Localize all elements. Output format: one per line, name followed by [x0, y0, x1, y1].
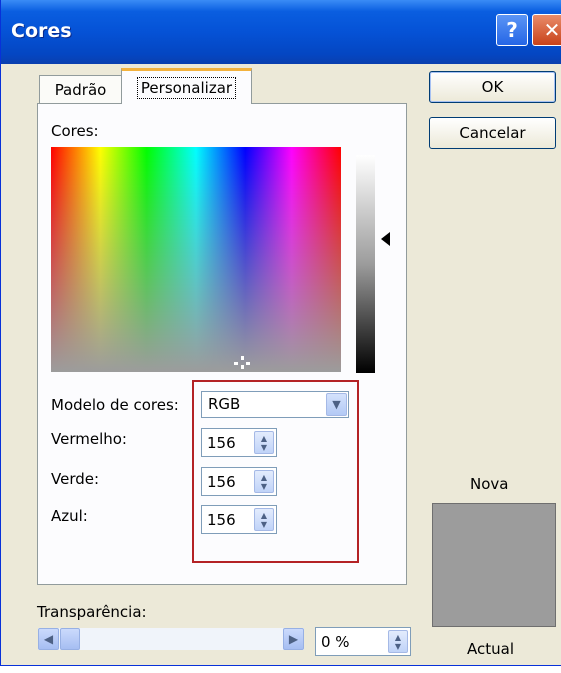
- red-label: Vermelho:: [51, 430, 127, 448]
- spinner-arrows-icon[interactable]: ▲ ▼: [254, 470, 274, 493]
- color-preview: [432, 503, 556, 627]
- triangle-left-icon[interactable]: [381, 232, 390, 246]
- dialog-title: Cores: [11, 20, 72, 42]
- transparency-slider[interactable]: ◀ ▶: [38, 628, 304, 650]
- green-label: Verde:: [51, 470, 100, 488]
- chevron-down-icon[interactable]: ▼: [326, 393, 347, 416]
- spinner-arrows-icon[interactable]: ▲ ▼: [254, 508, 274, 531]
- color-spectrum[interactable]: [51, 147, 341, 372]
- transparency-value: 0 %: [321, 633, 350, 651]
- transparency-spinner[interactable]: 0 % ▲ ▼: [315, 627, 411, 656]
- close-button[interactable]: ✕: [532, 14, 561, 46]
- ok-button[interactable]: OK: [429, 71, 556, 103]
- spinner-arrows-icon[interactable]: ▲ ▼: [254, 431, 274, 454]
- tab-standard-label: Padrão: [54, 80, 107, 99]
- cancel-button[interactable]: Cancelar: [429, 117, 556, 149]
- green-value: 156: [207, 473, 236, 491]
- arrow-left-icon[interactable]: ◀: [38, 628, 59, 650]
- spinner-arrows-icon[interactable]: ▲ ▼: [388, 630, 408, 653]
- color-crosshair[interactable]: [232, 356, 252, 372]
- blue-spinner[interactable]: 156 ▲ ▼: [201, 505, 277, 534]
- red-value: 156: [207, 434, 236, 452]
- tab-standard[interactable]: Padrão: [39, 75, 122, 103]
- arrow-right-icon[interactable]: ▶: [283, 628, 304, 650]
- color-model-label: Modelo de cores:: [51, 396, 179, 414]
- new-color-label: Nova: [470, 475, 509, 493]
- blue-value: 156: [207, 511, 236, 529]
- colors-label: Cores:: [51, 122, 99, 140]
- transparency-label: Transparência:: [37, 603, 147, 621]
- help-button[interactable]: ?: [496, 14, 528, 46]
- color-model-select[interactable]: RGB ▼: [201, 391, 349, 418]
- green-spinner[interactable]: 156 ▲ ▼: [201, 467, 277, 496]
- current-color-label: Actual: [467, 640, 514, 658]
- luminance-slider[interactable]: [356, 155, 375, 373]
- tab-custom-label: Personalizar: [136, 76, 237, 99]
- blue-label: Azul:: [51, 507, 88, 525]
- slider-thumb[interactable]: [60, 628, 80, 650]
- red-spinner[interactable]: 156 ▲ ▼: [201, 428, 277, 457]
- colors-dialog: Cores ? ✕ Padrão Personalizar Cores: Mod…: [0, 0, 561, 666]
- tab-custom[interactable]: Personalizar: [121, 68, 252, 104]
- title-bar[interactable]: Cores ? ✕: [1, 0, 561, 64]
- color-model-value: RGB: [208, 395, 241, 413]
